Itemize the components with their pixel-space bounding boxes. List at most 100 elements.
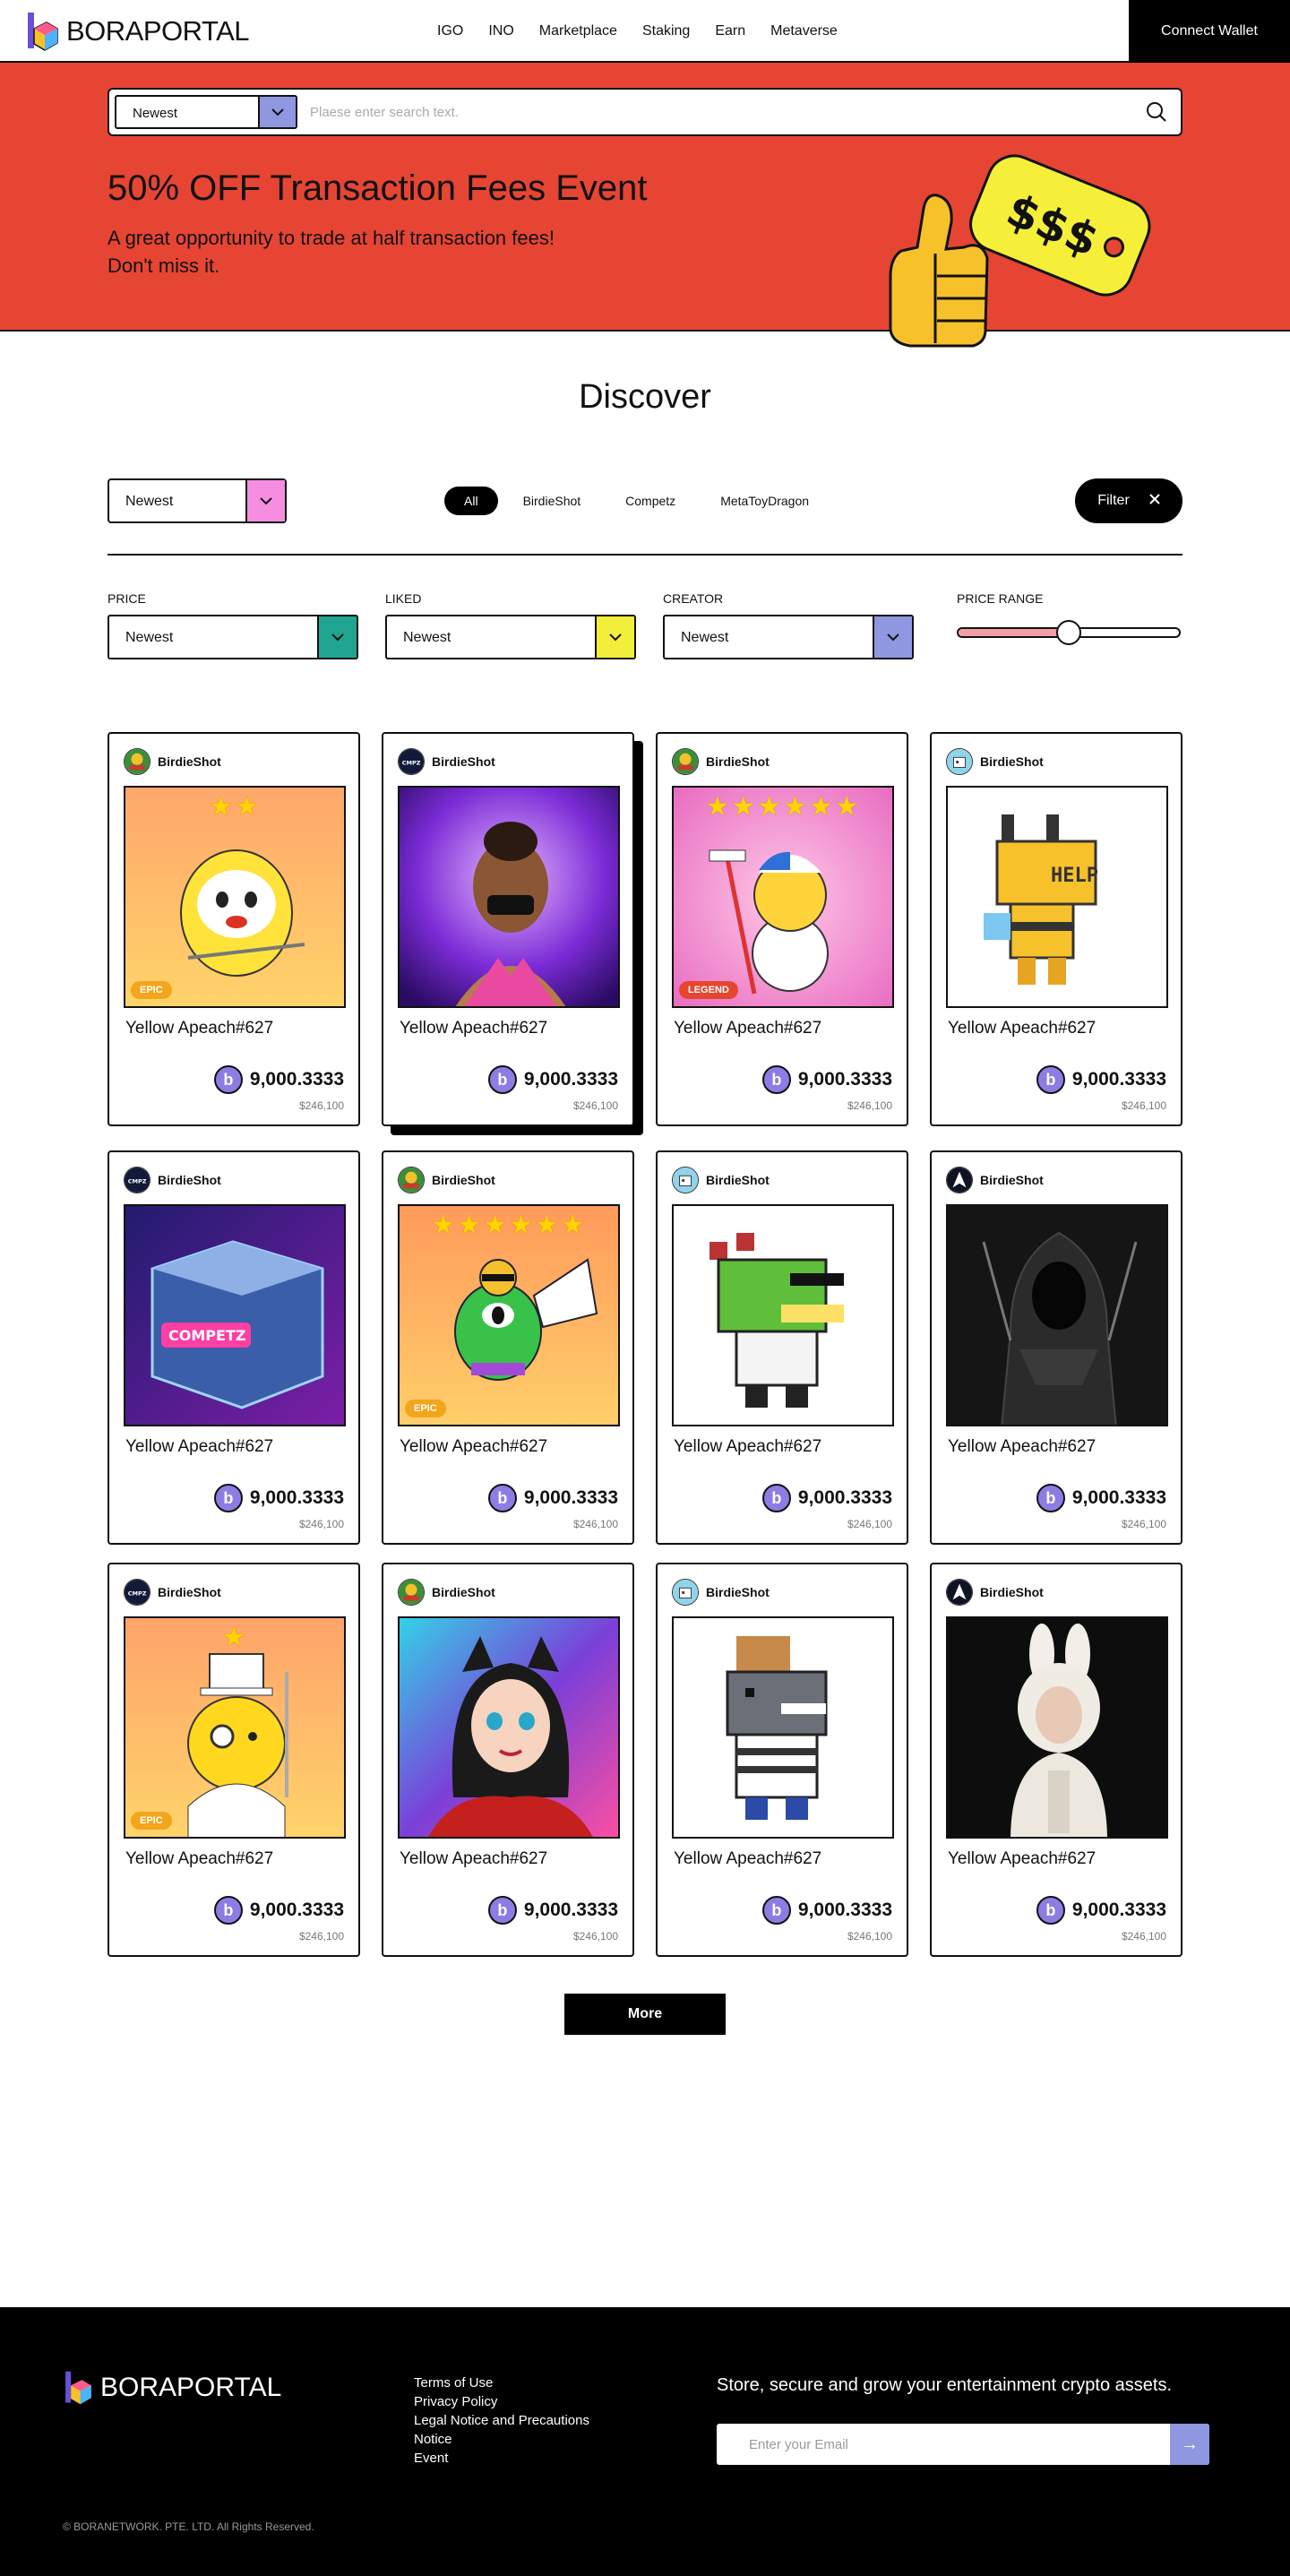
creator-name: BirdieShot <box>432 754 495 769</box>
nft-title[interactable]: Yellow Apeach#627 <box>125 1849 273 1869</box>
price-usd: $246,100 <box>847 1518 892 1530</box>
nft-title[interactable]: Yellow Apeach#627 <box>674 1849 821 1869</box>
nft-card[interactable]: BirdieShot Yellow Apeach#627 b 9,000.333… <box>382 1563 634 1957</box>
creator-filter-select[interactable]: Newest <box>663 615 914 659</box>
card-creator[interactable]: CMPZ BirdieShot <box>124 1579 221 1606</box>
nft-title[interactable]: Yellow Apeach#627 <box>400 1849 547 1869</box>
nft-price: b 9,000.3333 <box>213 1896 344 1925</box>
card-creator[interactable]: BirdieShot <box>946 1167 1044 1193</box>
nft-title[interactable]: Yellow Apeach#627 <box>400 1437 547 1457</box>
connect-wallet-button[interactable]: Connect Wallet <box>1129 0 1290 63</box>
price-filter-label: PRICE <box>108 591 146 606</box>
nft-artwork-apeach-golfer[interactable]: ★★ EPIC <box>124 786 346 1008</box>
creator-name: BirdieShot <box>158 754 221 769</box>
nft-artwork-pixel-dragon[interactable] <box>672 1204 894 1426</box>
nft-title[interactable]: Yellow Apeach#627 <box>948 1019 1096 1038</box>
card-creator[interactable]: CMPZ BirdieShot <box>124 1167 221 1193</box>
price-amount: 9,000.3333 <box>523 1900 618 1920</box>
price-amount: 9,000.3333 <box>1071 1069 1166 1090</box>
tab-competz[interactable]: Competz <box>606 487 695 515</box>
nft-title[interactable]: Yellow Apeach#627 <box>948 1437 1096 1457</box>
bora-coin-icon: b <box>487 1065 517 1094</box>
card-creator[interactable]: BirdieShot <box>398 1579 495 1606</box>
footer-link-legal[interactable]: Legal Notice and Precautions <box>414 2413 589 2429</box>
nft-title[interactable]: Yellow Apeach#627 <box>674 1019 821 1038</box>
nav-metaverse[interactable]: Metaverse <box>770 23 838 39</box>
price-usd: $246,100 <box>572 1099 618 1112</box>
nft-title[interactable]: Yellow Apeach#627 <box>400 1019 547 1038</box>
card-creator[interactable]: BirdieShot <box>672 1167 770 1193</box>
site-footer: BORAPORTAL Terms of Use Privacy Policy L… <box>0 2307 1290 2576</box>
nft-title[interactable]: Yellow Apeach#627 <box>125 1437 273 1457</box>
nft-artwork-cat-ear-woman[interactable] <box>398 1616 620 1839</box>
nft-card[interactable]: BirdieShot Yellow Apeach#627 b 9,000.333… <box>656 1150 908 1545</box>
price-amount: 9,000.3333 <box>797 1487 892 1508</box>
creator-name: BirdieShot <box>158 1173 221 1187</box>
nft-artwork-green-frog-character[interactable]: ★★★★★★ EPIC <box>398 1204 620 1426</box>
footer-link-notice[interactable]: Notice <box>414 2432 589 2448</box>
nft-price: b 9,000.3333 <box>1036 1484 1166 1512</box>
price-usd: $246,100 <box>847 1930 892 1943</box>
nft-card[interactable]: CMPZ BirdieShot COMPETZ Yellow Apeach#62… <box>108 1150 360 1545</box>
card-creator[interactable]: BirdieShot <box>946 1579 1044 1606</box>
nft-artwork-white-bunny-girl[interactable] <box>946 1616 1168 1839</box>
bora-coin-icon: b <box>761 1484 791 1512</box>
nft-title[interactable]: Yellow Apeach#627 <box>125 1019 273 1038</box>
card-creator[interactable]: BirdieShot <box>672 1579 770 1606</box>
nft-card[interactable]: BirdieShot ★★★★★★ EPIC Yellow Apeach#627… <box>382 1150 634 1545</box>
footer-link-event[interactable]: Event <box>414 2451 589 2467</box>
nft-artwork-hooded-reaper[interactable] <box>946 1204 1168 1426</box>
footer-link-privacy[interactable]: Privacy Policy <box>414 2394 589 2410</box>
nft-card[interactable]: BirdieShot ★★★★★★ LEGEND Yellow Apeach#6… <box>656 732 908 1126</box>
liked-filter-select[interactable]: Newest <box>385 615 636 659</box>
search-input[interactable] <box>310 100 1116 124</box>
discover-sort-select[interactable]: Newest <box>108 478 287 523</box>
price-range-slider[interactable] <box>957 615 1181 650</box>
nft-artwork-pixel-robot-help[interactable]: HELP <box>946 786 1168 1008</box>
tab-all[interactable]: All <box>444 487 498 515</box>
nft-artwork-snowman-character[interactable]: ★★★★★★ LEGEND <box>672 786 894 1008</box>
boraportal-logo[interactable]: BORAPORTAL <box>25 11 250 52</box>
footer-link-terms[interactable]: Terms of Use <box>414 2375 589 2391</box>
nft-card[interactable]: BirdieShot Yellow Apeach#627 b 9,000.333… <box>930 1563 1182 1957</box>
logo-text: BORAPORTAL <box>66 15 250 47</box>
filter-button[interactable]: Filter <box>1075 478 1182 523</box>
nft-artwork-stage-woman[interactable] <box>398 786 620 1008</box>
card-creator[interactable]: BirdieShot <box>398 1167 495 1193</box>
more-button[interactable]: More <box>564 1994 726 2035</box>
warrior-avatar-icon <box>946 1579 973 1606</box>
golf-avatar-icon <box>398 1579 425 1606</box>
nft-artwork-pixel-shark[interactable] <box>672 1616 894 1839</box>
email-field[interactable] <box>717 2424 1170 2465</box>
card-creator[interactable]: BirdieShot <box>124 748 221 775</box>
nft-title[interactable]: Yellow Apeach#627 <box>948 1849 1096 1869</box>
card-creator[interactable]: CMPZ BirdieShot <box>398 748 495 775</box>
nft-title[interactable]: Yellow Apeach#627 <box>674 1437 821 1457</box>
nft-card[interactable]: CMPZ BirdieShot ★ EPIC Yellow Apeach#627… <box>108 1563 360 1957</box>
nav-marketplace[interactable]: Marketplace <box>539 23 617 39</box>
nft-card[interactable]: BirdieShot Yellow Apeach#627 b 9,000.333… <box>656 1563 908 1957</box>
nav-earn[interactable]: Earn <box>715 23 745 39</box>
nft-card[interactable]: BirdieShot Yellow Apeach#627 b 9,000.333… <box>930 1150 1182 1545</box>
card-creator[interactable]: BirdieShot <box>672 748 770 775</box>
tab-birdieshot[interactable]: BirdieShot <box>503 487 601 515</box>
slider-thumb[interactable] <box>1056 620 1081 645</box>
arrow-right-icon[interactable]: → <box>1170 2424 1209 2465</box>
price-usd: $246,100 <box>1121 1518 1166 1530</box>
tab-metatoydragon[interactable]: MetaToyDragon <box>701 487 829 515</box>
footer-logo[interactable]: BORAPORTAL <box>63 2370 281 2406</box>
search-icon[interactable] <box>1145 100 1168 124</box>
nft-card[interactable]: CMPZ BirdieShot Yellow Apeach#627 b 9,00… <box>382 732 634 1126</box>
search-sort-select[interactable]: Newest <box>115 95 297 129</box>
card-creator[interactable]: BirdieShot <box>946 748 1044 775</box>
nft-card[interactable]: BirdieShot HELP Yellow Apeach#627 b 9,00… <box>930 732 1182 1126</box>
price-filter-select[interactable]: Newest <box>108 615 358 659</box>
nav-ino[interactable]: INO <box>488 23 513 39</box>
price-range-filter: PRICE RANGE <box>957 591 1181 650</box>
nft-card[interactable]: BirdieShot ★★ EPIC Yellow Apeach#627 b 9… <box>108 732 360 1126</box>
nft-artwork-competz-box[interactable]: COMPETZ <box>124 1204 346 1426</box>
nav-staking[interactable]: Staking <box>642 23 690 39</box>
nft-artwork-rabbit-gentleman[interactable]: ★ EPIC <box>124 1616 346 1839</box>
nav-igo[interactable]: IGO <box>437 23 463 39</box>
price-amount: 9,000.3333 <box>249 1487 344 1508</box>
